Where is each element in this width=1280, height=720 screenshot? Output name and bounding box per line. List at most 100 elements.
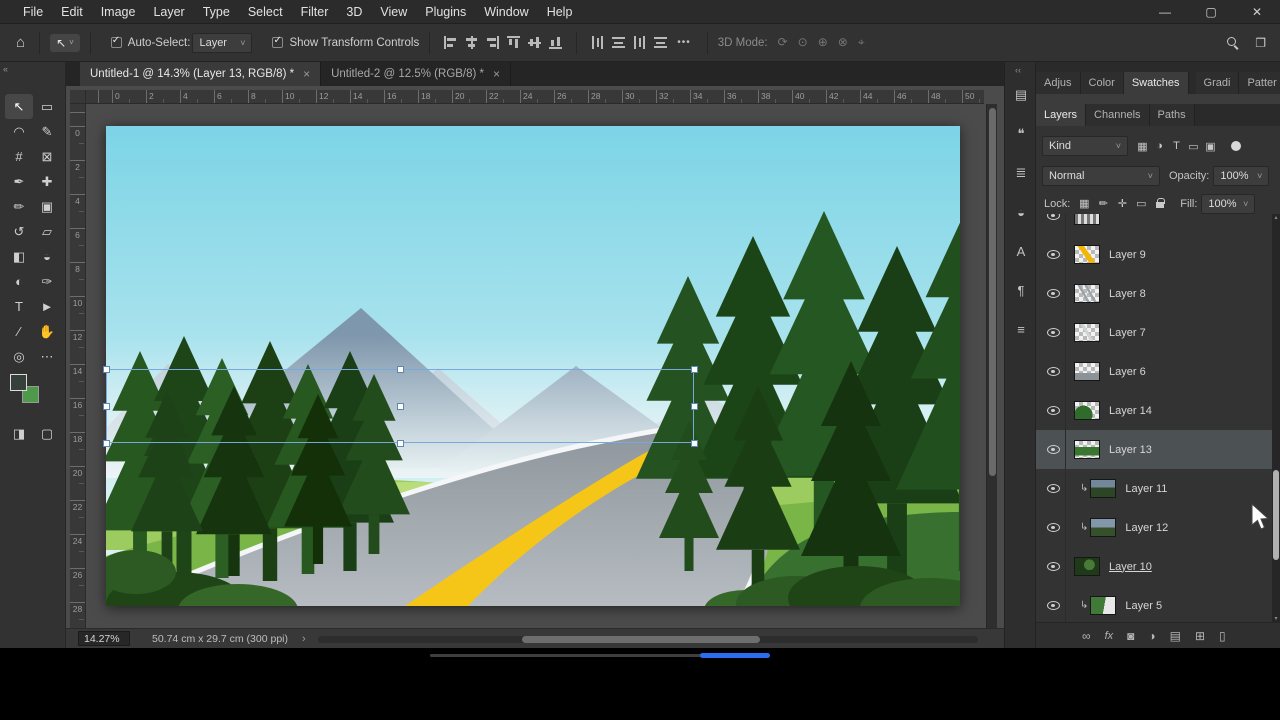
- lock-position-icon[interactable]: ✛: [1116, 197, 1128, 211]
- layer-thumbnail[interactable]: [1074, 440, 1100, 459]
- document-info[interactable]: 50.74 cm x 29.7 cm (300 ppi): [152, 633, 288, 645]
- transform-handle-top-center[interactable]: [397, 366, 404, 373]
- menu-plugins[interactable]: Plugins: [416, 0, 475, 24]
- layer-visibility-cell[interactable]: [1042, 430, 1066, 469]
- doc-tab[interactable]: Untitled-1 @ 14.3% (Layer 13, RGB/8) * ×: [80, 62, 322, 86]
- layer-visibility-cell[interactable]: [1042, 352, 1066, 391]
- tab-close-icon[interactable]: ×: [303, 67, 310, 81]
- layer-row[interactable]: Layer 8: [1036, 274, 1272, 313]
- scrollbar-thumb[interactable]: [989, 108, 996, 476]
- distribute-evenly-icon[interactable]: [654, 36, 668, 49]
- brush-tool[interactable]: ✏: [5, 194, 33, 219]
- transform-handle-bottom-center[interactable]: [397, 440, 404, 447]
- pen-tool[interactable]: ✑: [33, 269, 61, 294]
- group-layers-button[interactable]: ▤: [1170, 629, 1181, 643]
- distribute-spacing-icon[interactable]: [633, 36, 647, 49]
- align-options-button[interactable]: •••: [677, 37, 691, 48]
- line-tool[interactable]: ∕: [5, 319, 33, 344]
- lock-all-icon[interactable]: [1154, 197, 1166, 211]
- menu-type[interactable]: Type: [194, 0, 239, 24]
- panel-tab-channels[interactable]: Channels: [1086, 104, 1150, 126]
- active-tool-indicator[interactable]: ↖ ˅: [50, 33, 80, 52]
- crop-tool[interactable]: #: [5, 144, 33, 169]
- layer-row[interactable]: Layer 14: [1036, 391, 1272, 430]
- filter-type-layers-icon[interactable]: T: [1168, 140, 1185, 153]
- layer-row[interactable]: ↳ Layer 12: [1036, 508, 1272, 547]
- panel-tab-paths[interactable]: Paths: [1149, 104, 1195, 126]
- edit-toolbar-button[interactable]: ⋯: [33, 344, 61, 369]
- healing-brush-tool[interactable]: ✚: [33, 169, 61, 194]
- workspace-switcher-icon[interactable]: ❐: [1255, 36, 1266, 50]
- lock-image-pixels-icon[interactable]: ✏: [1097, 197, 1109, 211]
- filter-adjustment-layers-icon[interactable]: ◑: [1151, 140, 1168, 153]
- auto-select-checkbox[interactable]: [110, 35, 122, 48]
- layer-thumbnail[interactable]: [1074, 401, 1100, 420]
- clone-stamp-tool[interactable]: ▣: [33, 194, 61, 219]
- scroll-down-arrow[interactable]: ▾: [1272, 615, 1280, 622]
- align-center-icon[interactable]: [465, 36, 479, 49]
- layer-thumbnail[interactable]: [1074, 245, 1100, 264]
- layer-row[interactable]: Layer 9: [1036, 235, 1272, 274]
- home-icon[interactable]: ⌂: [12, 34, 29, 51]
- layer-effects-button[interactable]: fx: [1105, 630, 1114, 642]
- pasteboard[interactable]: [86, 104, 982, 628]
- delete-layer-button[interactable]: ▯: [1219, 629, 1226, 643]
- add-layer-mask-button[interactable]: ◙: [1127, 629, 1134, 643]
- collapse-toolbar-icon[interactable]: «: [3, 64, 8, 74]
- horizontal-ruler[interactable]: 0 2 4 6 8 10 12 14 16 18 20 22 24 26 28 30 32 34 36 38 40 42 4…: [86, 90, 984, 104]
- dodge-tool[interactable]: ◐: [5, 269, 33, 294]
- layer-visibility-cell[interactable]: [1042, 469, 1066, 508]
- 3d-mode-icon-2[interactable]: ⊙: [798, 35, 808, 50]
- foreground-color-swatch[interactable]: [10, 374, 27, 391]
- comments-panel-button[interactable]: ❝: [1009, 123, 1033, 145]
- menu-layer[interactable]: Layer: [144, 0, 193, 24]
- transform-handle-middle-left[interactable]: [103, 403, 110, 410]
- transform-handle-bottom-right[interactable]: [691, 440, 698, 447]
- eraser-tool[interactable]: ▱: [33, 219, 61, 244]
- 3d-mode-icon-3[interactable]: ⊕: [818, 35, 828, 50]
- blend-mode-dropdown[interactable]: Normal: [1042, 166, 1160, 186]
- layer-visibility-cell[interactable]: [1042, 214, 1066, 235]
- type-tool[interactable]: T: [5, 294, 33, 319]
- panel-tab-adjus[interactable]: Adjus: [1036, 72, 1081, 94]
- layer-visibility-cell[interactable]: [1042, 313, 1066, 352]
- canvas-image[interactable]: [103, 126, 960, 606]
- filter-shape-layers-icon[interactable]: ▭: [1185, 140, 1202, 153]
- quick-selection-tool[interactable]: ✎: [33, 119, 61, 144]
- layer-row[interactable]: ↳ Layer 5: [1036, 586, 1272, 622]
- align-middle-icon[interactable]: [528, 36, 542, 49]
- lasso-tool[interactable]: ◠: [5, 119, 33, 144]
- layer-row[interactable]: Layer 10: [1036, 547, 1272, 586]
- menu-view[interactable]: View: [371, 0, 416, 24]
- panel-tab-color[interactable]: Color: [1080, 72, 1124, 94]
- hand-tool[interactable]: ✋: [33, 319, 61, 344]
- zoom-level-field[interactable]: 14.27%: [78, 631, 130, 646]
- menu-file[interactable]: File: [14, 0, 52, 24]
- auto-select-dropdown[interactable]: Layer: [192, 32, 253, 53]
- 3d-mode-icon-4[interactable]: ⊗: [838, 35, 848, 50]
- scrollbar-thumb[interactable]: [1273, 470, 1279, 560]
- layer-row[interactable]: [1036, 214, 1272, 235]
- scrollbar-thumb[interactable]: [522, 636, 760, 643]
- layer-thumbnail[interactable]: [1074, 557, 1100, 576]
- align-left-icon[interactable]: [444, 36, 458, 49]
- align-right-icon[interactable]: [486, 36, 500, 49]
- doc-tab[interactable]: Untitled-2 @ 12.5% (RGB/8) * ×: [321, 62, 512, 86]
- layer-row[interactable]: Layer 13: [1036, 430, 1272, 469]
- layer-row[interactable]: ↳ Layer 11: [1036, 469, 1272, 508]
- blur-tool[interactable]: ◒: [33, 244, 61, 269]
- new-layer-button[interactable]: ⊞: [1195, 629, 1205, 643]
- align-bottom-icon[interactable]: [549, 36, 563, 49]
- layer-thumbnail[interactable]: [1090, 518, 1117, 537]
- eyedropper-tool[interactable]: ✒: [5, 169, 33, 194]
- path-selection-tool[interactable]: ►: [33, 294, 61, 319]
- menu-image[interactable]: Image: [92, 0, 145, 24]
- transform-handle-middle-right[interactable]: [691, 403, 698, 410]
- adjustment-layer-button[interactable]: ◑: [1148, 629, 1155, 643]
- character-panel-button[interactable]: A: [1009, 240, 1033, 262]
- transform-handle-bottom-left[interactable]: [103, 440, 110, 447]
- panel-tab-patter[interactable]: Patter: [1239, 72, 1280, 94]
- filter-smart-objects-icon[interactable]: ▣: [1202, 140, 1219, 153]
- status-popout-arrow[interactable]: ›: [302, 633, 306, 645]
- layer-thumbnail[interactable]: [1074, 284, 1100, 303]
